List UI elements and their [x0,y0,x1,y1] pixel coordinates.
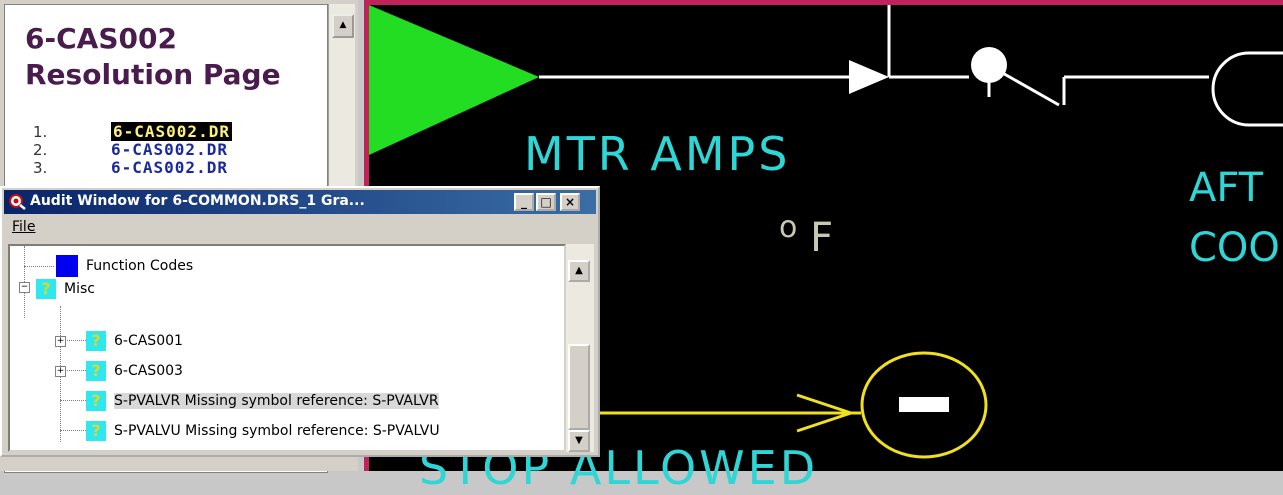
tree-item-s-pvalvr[interactable]: ? S-PVALVR Missing symbol reference: S-PV… [86,388,439,414]
audit-titlebar[interactable]: Audit Window for 6-COMMON.DRS_1 Gra... _… [4,190,596,214]
item-link[interactable]: 6-CAS002.DR [111,140,228,159]
blue-square-icon [56,255,78,277]
scroll-up-icon[interactable]: ▲ [568,260,590,282]
scroll-thumb[interactable] [568,344,590,430]
question-icon: ? [86,361,106,381]
close-button[interactable]: × [560,193,580,211]
scroll-up-icon[interactable]: ▲ [332,14,354,38]
tree-item-label: S-PVALVU Missing symbol reference: S-PVA… [114,423,440,439]
menu-bar: File [4,216,596,238]
menu-file[interactable]: File [12,219,35,235]
unit-f: F [810,215,834,261]
page-title-line1: 6-CAS002 [25,22,177,55]
expand-icon[interactable]: + [55,336,66,347]
coil-rounded [1211,51,1283,127]
item-number: 2. [33,141,48,159]
tree-item-label: 6-CAS003 [114,363,183,379]
tree-line [24,266,54,267]
tree-item-s-pvalvu[interactable]: ? S-PVALVU Missing symbol reference: S-PV… [86,418,440,444]
audit-tree: Function Codes − ? Misc + ? 6-CAS001 + ? 6-… [8,244,566,452]
tree-item-label: Misc [64,281,95,297]
item-link[interactable]: 6-CAS002.DR [111,158,228,177]
bottom-strip [0,457,358,471]
item-link[interactable]: 6-CAS002.DR [111,122,232,141]
magnifier-icon [9,194,26,210]
coo-label: COO [1189,225,1280,271]
green-triangle [369,5,539,155]
item-number: 1. [33,123,48,141]
audit-title: Audit Window for 6-COMMON.DRS_1 Gra... [30,193,365,209]
question-icon: ? [36,279,56,299]
scroll-down-icon[interactable]: ▼ [568,430,590,452]
list-item: 2. 6-CAS002.DR [33,140,232,160]
degree-f-label: o F [779,210,834,261]
minimize-button[interactable]: _ [514,193,534,211]
degree-symbol: o [779,210,798,245]
mtr-amps-label: MTR AMPS [524,127,791,181]
list-item: 1. 6-CAS002.DR [33,122,232,141]
diode-arrow [849,60,889,94]
tree-item-misc[interactable]: ? Misc [36,276,95,302]
tree-item-label: S-PVALVR Missing symbol reference: S-PVA… [114,393,439,409]
question-icon: ? [86,331,106,351]
audit-window: Audit Window for 6-COMMON.DRS_1 Gra... _… [0,186,600,457]
tree-item-6-cas003[interactable]: ? 6-CAS003 [86,358,183,384]
list-item: 3. 6-CAS002.DR [33,158,232,178]
expand-icon[interactable]: + [55,366,66,377]
question-icon: ? [86,421,106,441]
resolution-list: 1. 6-CAS002.DR 2. 6-CAS002.DR 3. 6-CAS002.D… [33,122,232,178]
aft-label: AFT [1189,165,1264,211]
page-title-line2: Resolution Page [25,58,281,91]
maximize-button[interactable]: □ [536,193,556,211]
switch-blade [998,69,1060,107]
item-number: 3. [33,159,48,177]
collapse-icon[interactable]: − [19,282,30,293]
tree-item-6-cas001[interactable]: ? 6-CAS001 [86,328,183,354]
tree-scrollbar[interactable]: ▲ ▼ [566,244,594,452]
page-title: 6-CAS002 Resolution Page [25,21,325,93]
question-icon: ? [86,391,106,411]
tree-item-label: Function Codes [86,258,194,274]
tree-item-label: 6-CAS001 [114,333,183,349]
minus-symbol [899,397,949,412]
